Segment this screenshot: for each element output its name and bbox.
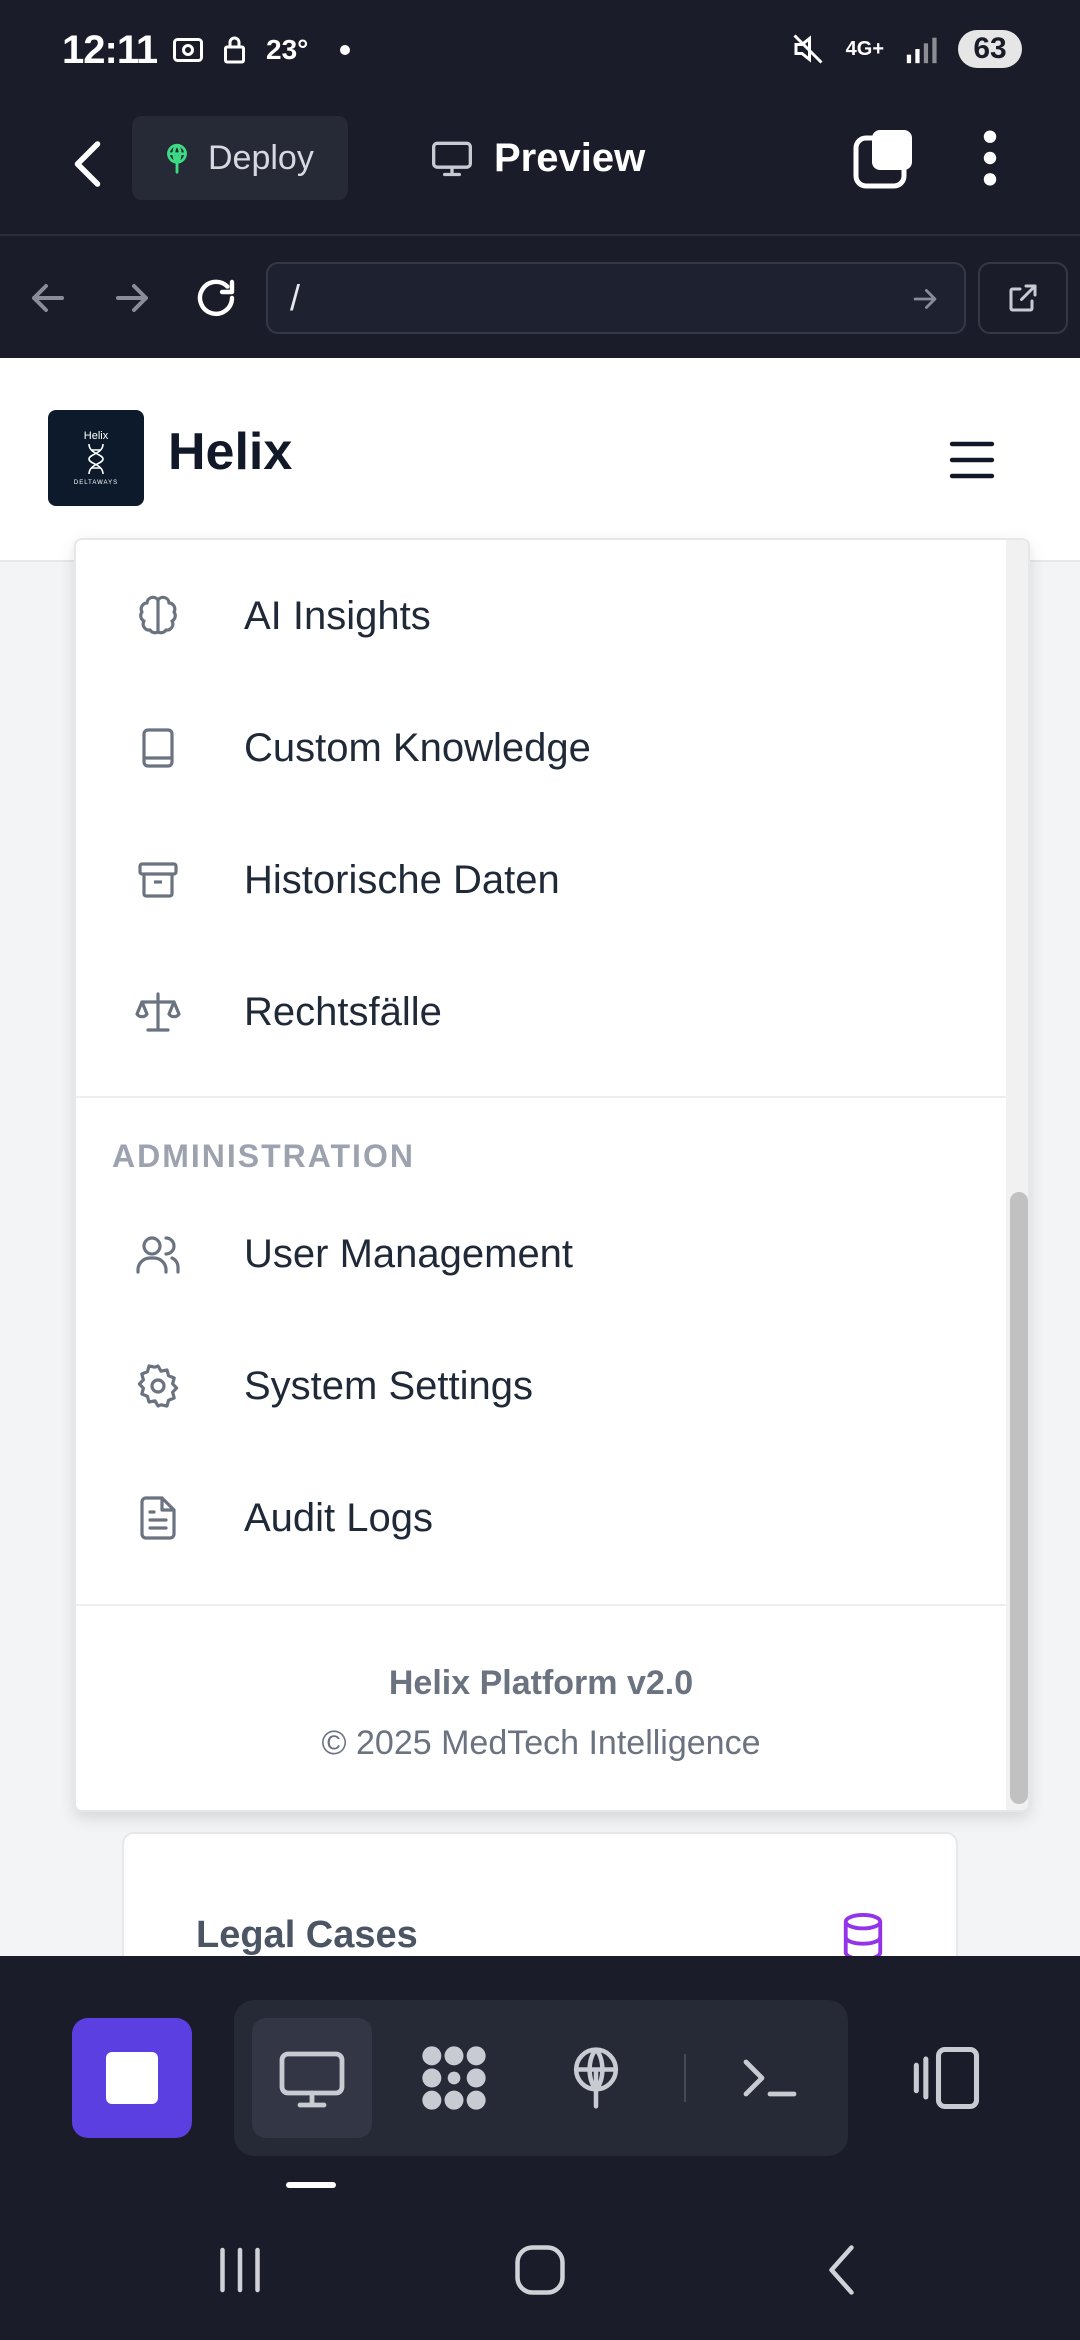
signal-icon xyxy=(906,37,937,64)
section-title-administration: ADMINISTRATION xyxy=(112,1138,415,1174)
nav-dropdown-menu: AI Insights Custom Knowledge Historische… xyxy=(74,538,1030,1812)
monitor-icon xyxy=(432,141,472,177)
layout-toggle-button[interactable] xyxy=(906,2018,990,2138)
status-temperature: 23° xyxy=(266,34,309,65)
url-go-arrow-icon[interactable] xyxy=(908,282,942,316)
recent-apps-icon[interactable] xyxy=(210,2240,270,2300)
menu-item-ai-insights[interactable]: AI Insights xyxy=(76,556,1006,676)
stop-button[interactable] xyxy=(72,2018,192,2138)
menu-label: Custom Knowledge xyxy=(244,725,591,770)
home-icon[interactable] xyxy=(510,2240,570,2300)
gear-icon xyxy=(137,1364,179,1408)
secure-folder-icon xyxy=(224,36,245,64)
book-icon xyxy=(142,728,174,768)
android-nav-bar xyxy=(0,2196,1080,2340)
menu-label: Audit Logs xyxy=(244,1495,434,1540)
nav-back-icon[interactable] xyxy=(24,274,72,322)
logo-subtext: DELTAWAYS xyxy=(73,480,119,486)
more-vertical-icon[interactable] xyxy=(972,126,1008,190)
external-link-icon xyxy=(1009,284,1037,312)
battery-indicator: 63 xyxy=(958,30,1022,68)
menu-item-custom-knowledge[interactable]: Custom Knowledge xyxy=(76,688,1006,808)
deploy-icon xyxy=(167,143,187,174)
platform-version: Helix Platform v2.0 xyxy=(388,1664,694,1702)
menu-item-historische-daten[interactable]: Historische Daten xyxy=(76,820,1006,940)
status-time: 12:11 xyxy=(62,28,158,72)
open-external-button[interactable] xyxy=(978,262,1068,334)
scale-icon xyxy=(135,992,181,1032)
brand-name: Helix xyxy=(168,423,293,481)
copyright-text: © 2025 MedTech Intelligence xyxy=(321,1724,761,1762)
url-bar: / xyxy=(0,238,1080,358)
hamburger-menu-icon[interactable] xyxy=(948,440,996,480)
tool-group xyxy=(234,2000,848,2156)
notification-dot xyxy=(340,45,351,55)
mute-icon xyxy=(793,34,823,64)
menu-label: System Settings xyxy=(244,1363,534,1408)
menu-divider xyxy=(76,1096,1006,1098)
menu-label: User Management xyxy=(244,1231,574,1276)
document-icon xyxy=(140,1496,176,1540)
monitor-icon xyxy=(279,2051,345,2108)
stop-icon xyxy=(106,2052,158,2104)
brain-icon xyxy=(139,595,177,635)
dna-icon xyxy=(88,443,104,475)
menu-item-system-settings[interactable]: System Settings xyxy=(76,1326,1006,1446)
menu-divider xyxy=(76,1604,1006,1606)
preview-tab[interactable]: Preview xyxy=(430,116,645,200)
url-text: / xyxy=(290,277,301,318)
preview-label: Preview xyxy=(494,135,646,180)
scrollbar-thumb[interactable] xyxy=(1010,1192,1028,1804)
deploy-icon xyxy=(573,2047,619,2109)
menu-item-rechtsfaelle[interactable]: Rechtsfälle xyxy=(76,952,1006,1072)
split-view-icon xyxy=(913,2046,980,2110)
webview: Helix DELTAWAYS Helix Legal Cases AI Ins… xyxy=(0,358,1080,1956)
bottom-toolbar xyxy=(0,1956,1080,2196)
archive-icon xyxy=(138,862,178,898)
legal-cases-card[interactable]: Legal Cases xyxy=(122,1832,958,1956)
legal-cases-title: Legal Cases xyxy=(196,1914,418,1956)
site-header: Helix DELTAWAYS Helix xyxy=(0,358,1080,562)
status-bar: 12:11 23° 4G+ 63 xyxy=(0,0,1080,104)
back-arrow-icon[interactable] xyxy=(60,134,120,194)
deploy-button[interactable]: Deploy xyxy=(132,116,348,200)
menu-item-audit-logs[interactable]: Audit Logs xyxy=(76,1458,1006,1578)
menu-label: AI Insights xyxy=(244,593,431,638)
nav-forward-icon[interactable] xyxy=(108,274,156,322)
app-bar: Deploy Preview xyxy=(0,104,1080,236)
menu-label: Historische Daten xyxy=(244,857,560,902)
tabs-icon[interactable] xyxy=(852,126,916,190)
screenshot-icon xyxy=(173,38,203,62)
active-tab-indicator xyxy=(286,2182,336,2188)
url-input[interactable]: / xyxy=(266,262,966,334)
terminal-icon xyxy=(743,2059,797,2097)
deploy-tool-button[interactable] xyxy=(536,2018,656,2138)
status-notification-icons: 23° xyxy=(170,32,351,68)
status-system-icons: 4G+ 63 xyxy=(790,30,1022,68)
reload-icon[interactable] xyxy=(192,274,240,322)
nodes-icon xyxy=(422,2046,486,2110)
android-back-icon[interactable] xyxy=(814,2240,874,2300)
site-logo[interactable]: Helix DELTAWAYS xyxy=(48,410,144,506)
database-icon xyxy=(843,1913,883,1956)
logo-text: Helix xyxy=(83,430,109,442)
console-tool-button[interactable] xyxy=(710,2018,830,2138)
tool-separator xyxy=(684,2054,686,2102)
users-icon xyxy=(136,1236,180,1274)
preview-tool-button[interactable] xyxy=(252,2018,372,2138)
workflow-tool-button[interactable] xyxy=(394,2018,514,2138)
deploy-label: Deploy xyxy=(208,138,314,177)
menu-item-user-management[interactable]: User Management xyxy=(76,1194,1006,1314)
menu-label: Rechtsfälle xyxy=(244,989,442,1034)
network-type: 4G+ xyxy=(845,37,884,60)
